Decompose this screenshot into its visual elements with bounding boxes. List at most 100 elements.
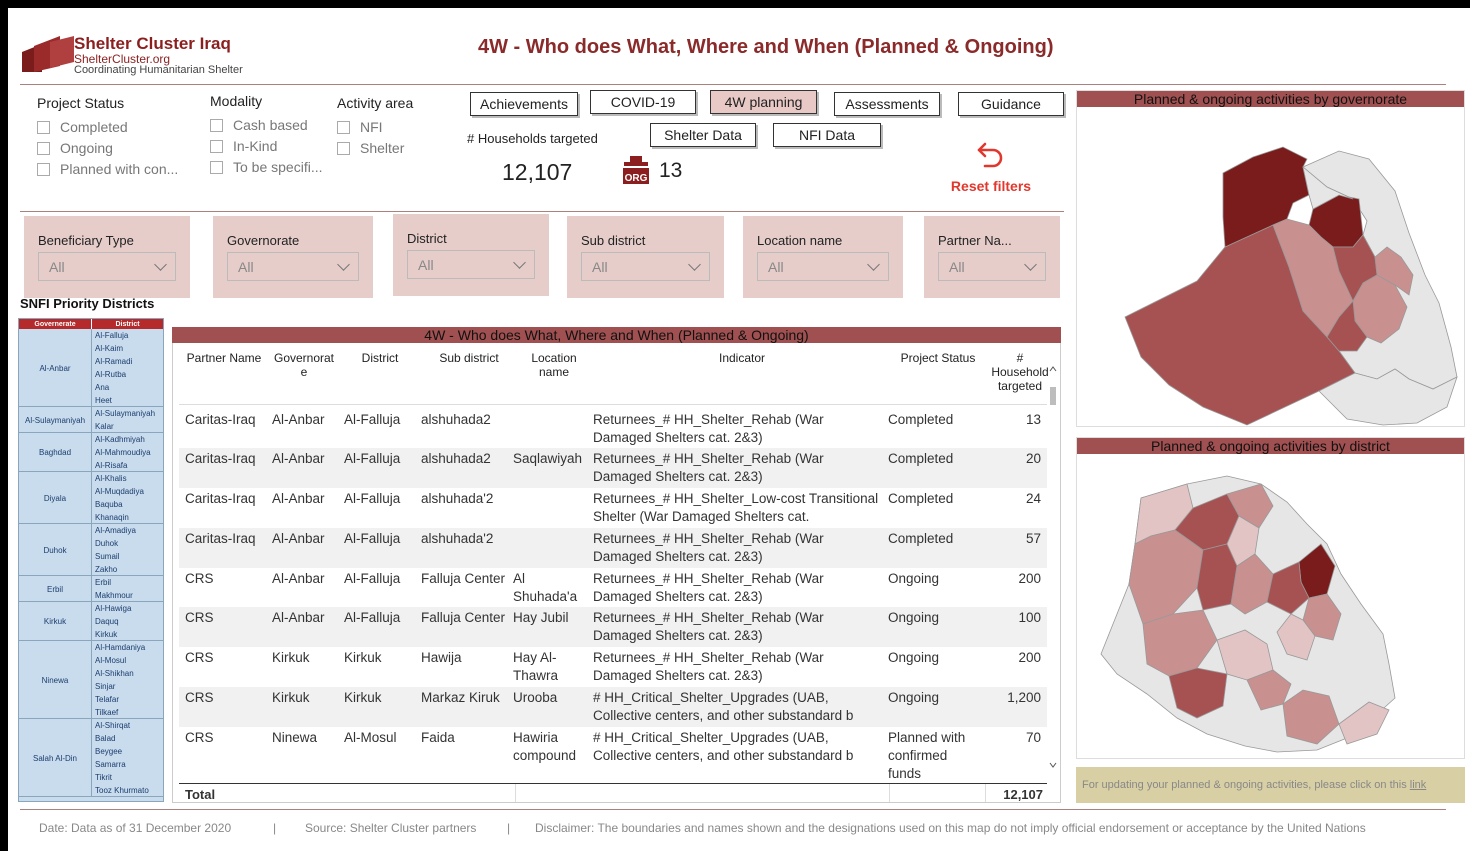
cell-sub-district: Markaz Kiruk bbox=[421, 690, 500, 705]
priority-governorate: Al-Anbar bbox=[39, 363, 71, 373]
filter-label: District bbox=[407, 231, 447, 246]
checkbox[interactable] bbox=[210, 160, 223, 174]
modality-option-inkind[interactable]: In-Kind bbox=[210, 138, 277, 154]
col-project-status[interactable]: Project Status bbox=[893, 351, 983, 365]
footer-date: Date: Data as of 31 December 2020 bbox=[39, 821, 232, 835]
governorate-map-title: Planned & ongoing activities by governor… bbox=[1077, 91, 1464, 107]
table-scrollbar[interactable] bbox=[1048, 359, 1058, 775]
cell-governorate: Al-Anbar bbox=[272, 610, 325, 625]
table-row[interactable]: CRS Kirkuk Kirkuk Markaz Kiruk Urooba # HH_Cr… bbox=[179, 687, 1047, 727]
cell-sub-district: alshuhada'2 bbox=[421, 531, 494, 546]
priority-governorate: Diyala bbox=[43, 493, 67, 503]
priority-district: Daquq bbox=[91, 615, 163, 628]
cell-district: Al-Falluja bbox=[344, 451, 401, 466]
modality-option-cash[interactable]: Cash based bbox=[210, 117, 308, 133]
organizations-count: 13 bbox=[659, 159, 683, 182]
priority-district: Baquba bbox=[91, 498, 163, 511]
update-link[interactable]: link bbox=[1410, 779, 1427, 791]
col-partner-name[interactable]: Partner Name bbox=[183, 351, 265, 365]
priority-district: Balad bbox=[91, 732, 163, 745]
cell-governorate: Al-Anbar bbox=[272, 451, 325, 466]
cell-district: Al-Falluja bbox=[344, 610, 401, 625]
priority-district: Beygee bbox=[91, 745, 163, 758]
checkbox[interactable] bbox=[337, 141, 350, 155]
shelter-data-button[interactable]: Shelter Data bbox=[650, 123, 756, 147]
beneficiary-type-dropdown[interactable]: All bbox=[38, 252, 176, 281]
guidance-button[interactable]: Guidance bbox=[958, 92, 1064, 116]
col-indicator[interactable]: Indicator bbox=[597, 351, 887, 365]
col-households[interactable]: # Household targeted bbox=[987, 351, 1053, 393]
checkbox[interactable] bbox=[210, 118, 223, 132]
checkbox[interactable] bbox=[337, 120, 350, 134]
checkbox[interactable] bbox=[37, 162, 50, 176]
cell-district: Al-Mosul bbox=[344, 730, 397, 745]
governorate-dropdown[interactable]: All bbox=[227, 252, 359, 281]
table-title: 4W - Who does What, Where and When (Plan… bbox=[172, 327, 1061, 343]
col-sub-district[interactable]: Sub district bbox=[425, 351, 513, 365]
reset-arrow-icon[interactable] bbox=[975, 138, 1007, 170]
priority-col-governorate: Governerate bbox=[34, 320, 76, 328]
checkbox[interactable] bbox=[37, 120, 50, 134]
priority-districts-title: SNFI Priority Districts bbox=[20, 296, 155, 311]
brand-title: Shelter Cluster Iraq bbox=[74, 34, 231, 53]
priority-group: Kirkuk Al-Hawiga Daquq Kirkuk bbox=[19, 602, 163, 641]
location-name-dropdown[interactable]: All bbox=[757, 252, 889, 281]
table-row[interactable]: Caritas-Iraq Al-Anbar Al-Falluja alshuhada2… bbox=[179, 448, 1047, 488]
cell-status: Ongoing bbox=[888, 690, 940, 705]
filter-partner-name: Partner Na... All bbox=[924, 216, 1060, 298]
activity-option-nfi[interactable]: NFI bbox=[337, 119, 383, 135]
table-row[interactable]: Caritas-Iraq Al-Anbar Al-Falluja alshuhada'… bbox=[179, 488, 1047, 528]
priority-district: Al-Shikhan bbox=[91, 667, 163, 680]
cell-status: Completed bbox=[888, 531, 954, 546]
cell-sub-district: Hawija bbox=[421, 650, 462, 665]
priority-district: Al-Risafa bbox=[91, 459, 163, 472]
filter-label: Partner Na... bbox=[938, 233, 1012, 248]
table-row[interactable]: CRS Al-Anbar Al-Falluja Falluja Center Hay J… bbox=[179, 607, 1047, 647]
district-dropdown[interactable]: All bbox=[407, 250, 535, 279]
sub-district-dropdown[interactable]: All bbox=[581, 252, 710, 281]
chevron-down-icon bbox=[513, 255, 526, 269]
table-row[interactable]: Caritas-Iraq Al-Anbar Al-Falluja alshuhada2… bbox=[179, 409, 1047, 448]
table-row[interactable]: CRS Kirkuk Kirkuk Hawija Hay Al-Thawra Return… bbox=[179, 647, 1047, 687]
shelter-cluster-logo bbox=[22, 36, 74, 72]
page-title: 4W - Who does What, Where and When (Plan… bbox=[478, 36, 1054, 58]
cell-indicator: Returnees_# HH_Shelter_Rehab (War Damage… bbox=[593, 650, 824, 683]
filter-label: Sub district bbox=[581, 233, 646, 248]
col-location-name[interactable]: Location name bbox=[521, 351, 587, 379]
status-option-planned[interactable]: Planned with con... bbox=[37, 161, 178, 177]
priority-district: Al-Mahmoudiya bbox=[91, 446, 163, 459]
status-option-ongoing[interactable]: Ongoing bbox=[37, 140, 113, 156]
priority-district: Al-Sulaymaniyah bbox=[91, 407, 163, 420]
table-row[interactable]: CRS Ninewa Al-Mosul Faida Hawiria compound # … bbox=[179, 727, 1047, 781]
status-option-completed[interactable]: Completed bbox=[37, 119, 128, 135]
reset-filters-button[interactable]: Reset filters bbox=[946, 178, 1036, 194]
priority-governorate: Erbil bbox=[46, 584, 63, 594]
priority-district: Al-Shirqat bbox=[91, 719, 163, 732]
checkbox[interactable] bbox=[37, 141, 50, 155]
table-row[interactable]: CRS Al-Anbar Al-Falluja Falluja Center Al Sh… bbox=[179, 568, 1047, 607]
governorate-map[interactable] bbox=[1077, 107, 1464, 426]
priority-group: Erbil Erbil Makhmour bbox=[19, 576, 163, 602]
priority-district: Erbil bbox=[91, 576, 163, 589]
cell-indicator: Returnees_# HH_Shelter_Rehab (War Damage… bbox=[593, 531, 824, 564]
cell-households: 100 bbox=[1018, 610, 1041, 625]
priority-district: Duhok bbox=[91, 537, 163, 550]
partner-name-dropdown[interactable]: All bbox=[938, 252, 1046, 281]
planning-button[interactable]: 4W planning bbox=[710, 90, 817, 114]
cell-governorate: Kirkuk bbox=[272, 650, 310, 665]
district-map[interactable] bbox=[1077, 454, 1464, 758]
nfi-data-button[interactable]: NFI Data bbox=[773, 123, 881, 147]
table-row[interactable]: Caritas-Iraq Al-Anbar Al-Falluja alshuhada'… bbox=[179, 528, 1047, 568]
priority-group: Diyala Al-Khalis Al-Muqdadiya Baquba Khanaqi… bbox=[19, 472, 163, 524]
achievements-button[interactable]: Achievements bbox=[470, 92, 578, 116]
activity-option-shelter[interactable]: Shelter bbox=[337, 140, 404, 156]
table-scrollbar-thumb[interactable] bbox=[1050, 387, 1056, 405]
checkbox[interactable] bbox=[210, 139, 223, 153]
cell-sub-district: Falluja Center bbox=[421, 571, 506, 586]
assessments-button[interactable]: Assessments bbox=[834, 92, 940, 116]
modality-option-tbs[interactable]: To be specifi... bbox=[210, 159, 323, 175]
covid-button[interactable]: COVID-19 bbox=[590, 90, 696, 114]
col-governorate[interactable]: Governorat e bbox=[271, 351, 337, 379]
col-district[interactable]: District bbox=[345, 351, 415, 365]
priority-districts-table: Governerate District Al-Anbar Al-Falluja A… bbox=[18, 318, 164, 802]
